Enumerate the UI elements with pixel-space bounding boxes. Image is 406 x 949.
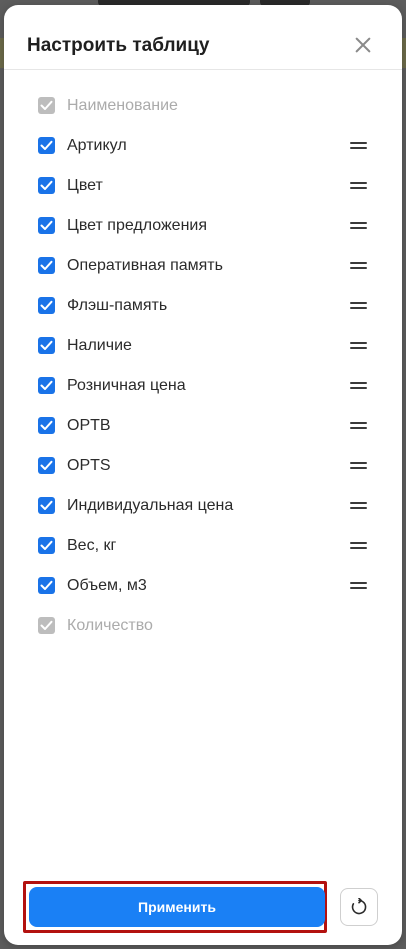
column-checkbox[interactable] [38, 457, 55, 474]
column-label: OPTS [67, 457, 111, 474]
drag-handle-icon[interactable] [350, 462, 367, 470]
column-checkbox[interactable] [38, 337, 55, 354]
drag-handle-icon[interactable] [350, 182, 367, 190]
column-list: Наименование Артикул Цвет Цвет предложения О… [4, 86, 402, 646]
column-item: Вес, кг [4, 526, 402, 566]
column-checkbox[interactable] [38, 137, 55, 154]
column-item: Артикул [4, 126, 402, 166]
column-checkbox[interactable] [38, 417, 55, 434]
column-label: Объем, м3 [67, 577, 147, 594]
column-label: Цвет [67, 177, 103, 194]
checkmark-icon [40, 340, 53, 350]
column-item: OPTB [4, 406, 402, 446]
column-checkbox[interactable] [38, 497, 55, 514]
checkmark-icon [40, 220, 53, 230]
column-checkbox[interactable] [38, 377, 55, 394]
checkmark-icon [40, 460, 53, 470]
column-label: Флэш-память [67, 297, 168, 314]
drag-handle-icon[interactable] [350, 382, 367, 390]
checkmark-icon [40, 500, 53, 510]
close-icon[interactable] [354, 36, 372, 54]
column-label: OPTB [67, 417, 111, 434]
column-label: Наименование [67, 97, 178, 114]
column-label: Розничная цена [67, 377, 186, 394]
checkmark-icon [40, 540, 53, 550]
modal-header: Настроить таблицу [4, 5, 402, 70]
checkmark-icon [40, 260, 53, 270]
column-label: Индивидуальная цена [67, 497, 234, 514]
checkmark-icon [40, 100, 53, 110]
drag-handle-icon[interactable] [350, 542, 367, 550]
column-checkbox[interactable] [38, 217, 55, 234]
column-item: Розничная цена [4, 366, 402, 406]
column-item: Количество [4, 606, 402, 646]
drag-handle-icon[interactable] [350, 222, 367, 230]
column-item: Наименование [4, 86, 402, 126]
column-checkbox [38, 617, 55, 634]
reset-button[interactable] [340, 888, 378, 926]
column-item: Цвет [4, 166, 402, 206]
column-checkbox[interactable] [38, 297, 55, 314]
column-checkbox[interactable] [38, 177, 55, 194]
checkmark-icon [40, 620, 53, 630]
drag-handle-icon[interactable] [350, 422, 367, 430]
checkmark-icon [40, 420, 53, 430]
column-checkbox[interactable] [38, 257, 55, 274]
column-item: Флэш-память [4, 286, 402, 326]
checkmark-icon [40, 580, 53, 590]
column-checkbox[interactable] [38, 537, 55, 554]
checkmark-icon [40, 380, 53, 390]
column-label: Наличие [67, 337, 132, 354]
apply-button[interactable]: Применить [29, 887, 325, 927]
column-item: Наличие [4, 326, 402, 366]
column-item: OPTS [4, 446, 402, 486]
column-label: Оперативная память [67, 257, 223, 274]
column-label: Цвет предложения [67, 217, 208, 234]
column-checkbox[interactable] [38, 577, 55, 594]
drag-handle-icon[interactable] [350, 342, 367, 350]
drag-handle-icon[interactable] [350, 142, 367, 150]
checkmark-icon [40, 180, 53, 190]
column-checkbox [38, 97, 55, 114]
column-item: Индивидуальная цена [4, 486, 402, 526]
column-label: Количество [67, 617, 153, 634]
drag-handle-icon[interactable] [350, 502, 367, 510]
column-item: Оперативная память [4, 246, 402, 286]
drag-handle-icon[interactable] [350, 302, 367, 310]
table-settings-modal: Настроить таблицу Наименование Артикул Цве… [4, 5, 402, 945]
drag-handle-icon[interactable] [350, 582, 367, 590]
column-label: Вес, кг [67, 537, 117, 554]
modal-footer: Применить [4, 875, 402, 945]
column-item: Цвет предложения [4, 206, 402, 246]
drag-handle-icon[interactable] [350, 262, 367, 270]
modal-title: Настроить таблицу [27, 35, 210, 56]
checkmark-icon [40, 300, 53, 310]
checkmark-icon [40, 140, 53, 150]
column-label: Артикул [67, 137, 127, 154]
column-item: Объем, м3 [4, 566, 402, 606]
